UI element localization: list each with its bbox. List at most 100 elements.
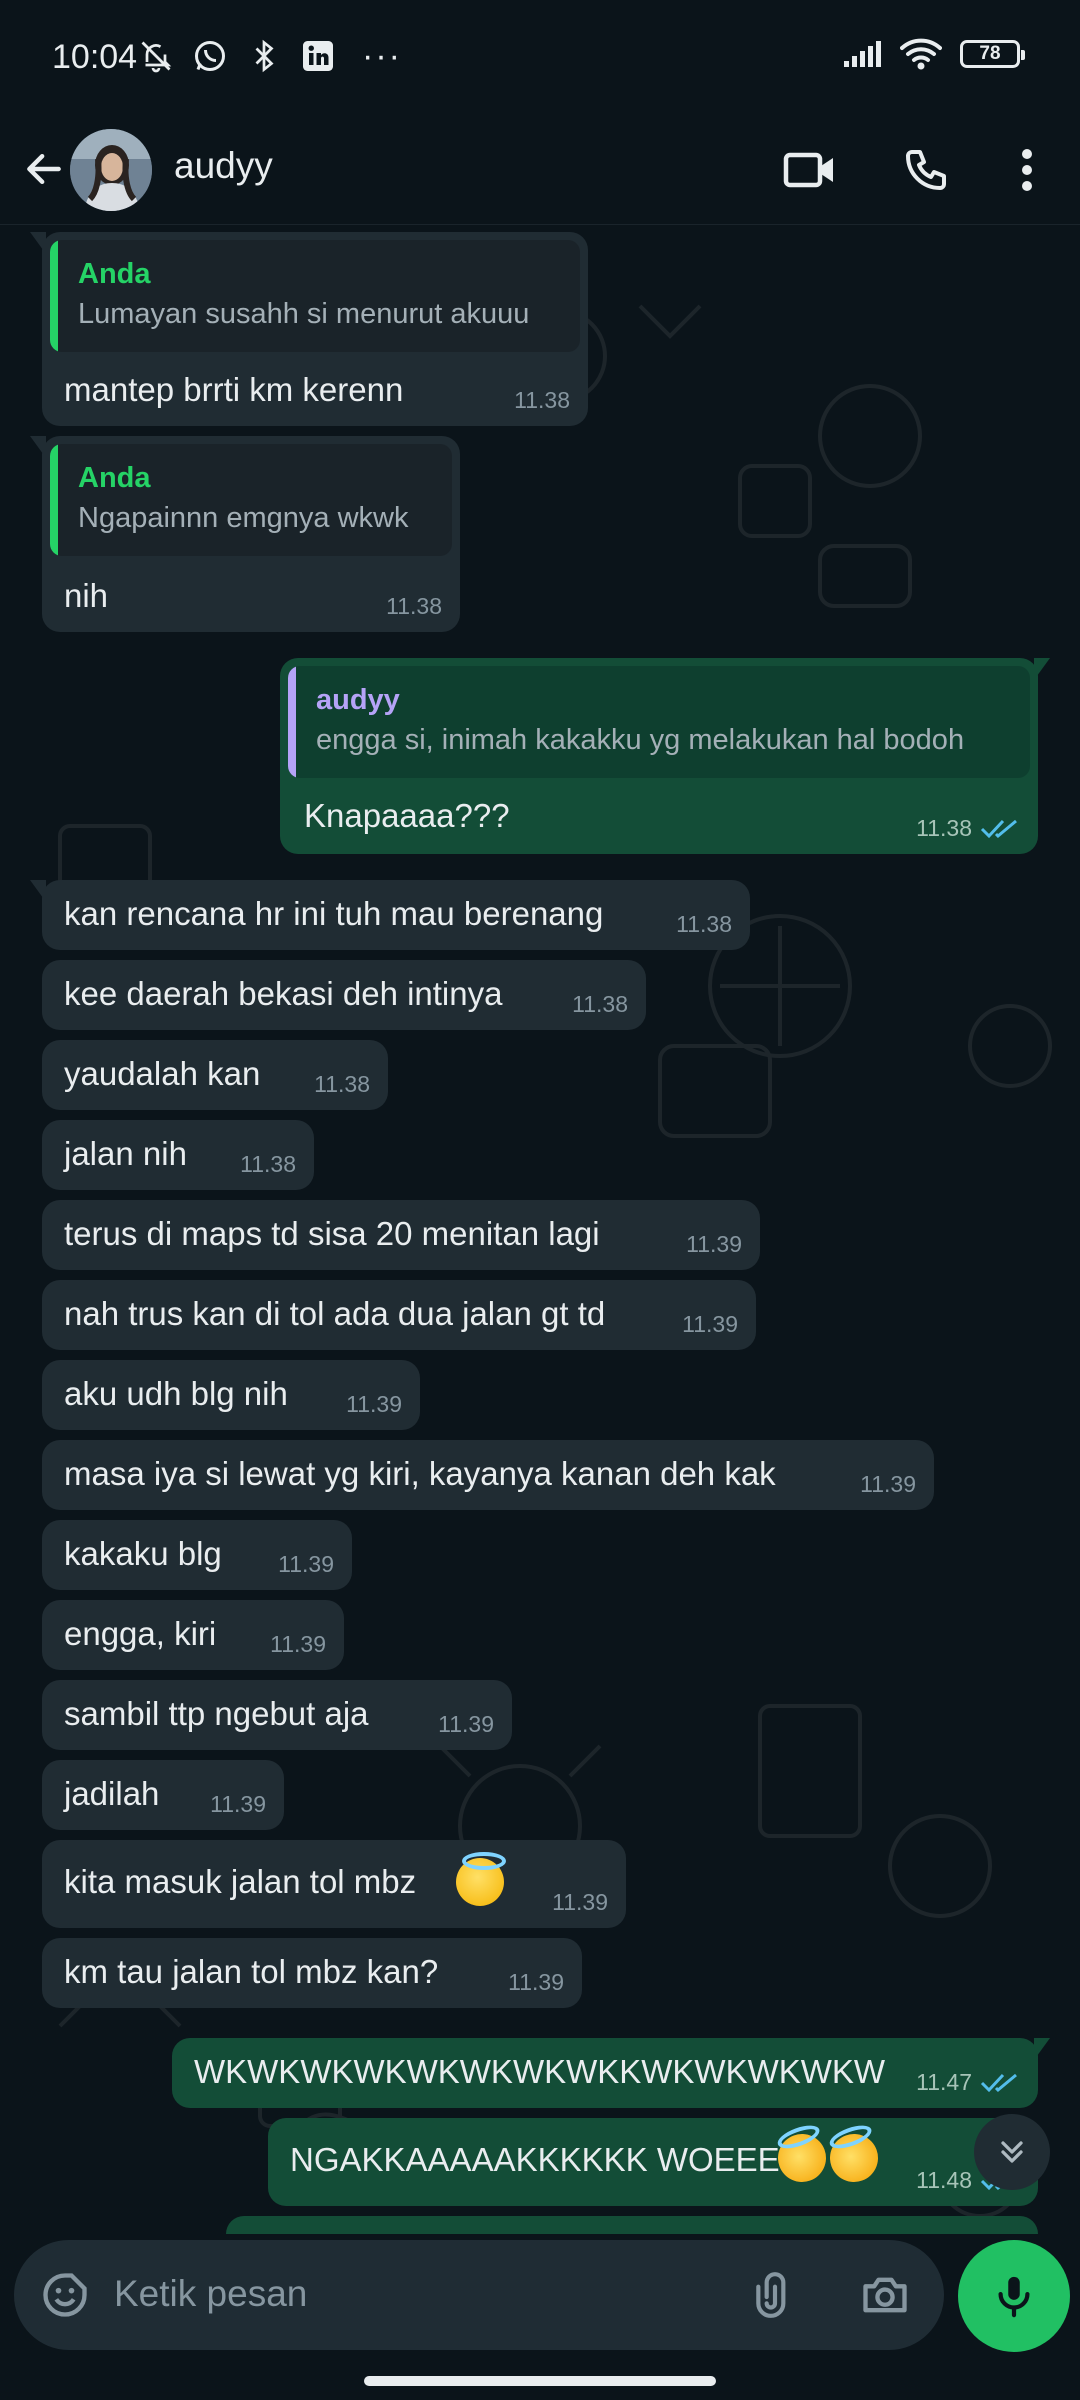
message-time: 11.38 xyxy=(240,1151,296,1177)
quoted-message[interactable]: audyy engga si, inimah kakakku yg melaku… xyxy=(288,666,1030,778)
message-bubble-incoming[interactable]: kakaku blg 11.39 xyxy=(42,1520,352,1590)
message-text: kan rencana hr ini tuh mau berenang xyxy=(64,895,604,932)
message-time: 11.39 xyxy=(682,1311,738,1337)
avatar[interactable] xyxy=(70,129,152,211)
menu-button[interactable] xyxy=(994,137,1060,203)
message-time: 11.39 xyxy=(686,1231,742,1257)
message-bubble-outgoing[interactable]: audyy engga si, inimah kakakku yg melaku… xyxy=(280,658,1050,854)
laughing-emoji-icon xyxy=(771,2127,885,2189)
message-text: jalan nih xyxy=(64,1135,187,1172)
message-text: nih xyxy=(64,577,109,614)
message-time: 11.39 xyxy=(508,1969,564,1995)
message-time: 11.48 xyxy=(916,2167,972,2193)
message-text: Knapaaaa??? xyxy=(304,797,510,834)
message-input[interactable] xyxy=(114,2264,734,2324)
message-time: 11.39 xyxy=(860,1471,916,1497)
message-bubble-incoming[interactable]: km tau jalan tol mbz kan? 11.39 xyxy=(42,1938,582,2008)
quoted-message[interactable]: Anda Ngapainnn emgnya wkwk xyxy=(50,444,452,556)
message-bubble-outgoing-partial[interactable] xyxy=(226,2216,1038,2234)
chat-header: audyy xyxy=(0,115,1080,225)
message-text: kita masuk jalan tol mbz xyxy=(64,1863,417,1900)
message-bubble-incoming[interactable]: Anda Lumayan susahh si menurut akuuu man… xyxy=(30,232,588,426)
message-bubble-incoming[interactable]: kan rencana hr ini tuh mau berenang 11.3… xyxy=(30,880,750,950)
message-text: nah trus kan di tol ada dua jalan gt td xyxy=(64,1295,606,1332)
bluetooth-icon xyxy=(255,39,274,73)
message-text: yaudalah kan xyxy=(64,1055,261,1092)
message-bubble-incoming[interactable]: Anda Ngapainnn emgnya wkwk nih 11.38 xyxy=(30,436,460,632)
quoted-message[interactable]: Anda Lumayan susahh si menurut akuuu xyxy=(50,240,580,352)
message-time: 11.39 xyxy=(278,1551,334,1577)
quote-text: engga si, inimah kakakku yg melakukan ha… xyxy=(316,724,965,756)
home-gesture-handle[interactable] xyxy=(364,2376,716,2386)
voice-call-button[interactable] xyxy=(893,137,959,203)
message-text: kakaku blg xyxy=(64,1535,222,1572)
back-arrow-icon xyxy=(27,153,61,185)
message-bubble-incoming[interactable]: aku udh blg nih 11.39 xyxy=(42,1360,420,1430)
message-bubble-incoming[interactable]: yaudalah kan 11.38 xyxy=(42,1040,388,1110)
quote-text: Ngapainnn emgnya wkwk xyxy=(78,502,409,534)
message-bubble-incoming[interactable]: masa iya si lewat yg kiri, kayanya kanan… xyxy=(42,1440,934,1510)
message-bubble-incoming[interactable]: jadilah 11.39 xyxy=(42,1760,284,1830)
message-list[interactable]: Anda Lumayan susahh si menurut akuuu man… xyxy=(0,226,1080,2234)
message-time: 11.39 xyxy=(552,1889,608,1915)
emoji-icon xyxy=(43,2273,87,2317)
composer-pill xyxy=(14,2240,944,2350)
scroll-to-bottom-button[interactable] xyxy=(974,2114,1050,2190)
navigation-bar xyxy=(0,2360,1080,2400)
voice-record-button[interactable] xyxy=(958,2240,1070,2352)
attach-icon xyxy=(756,2272,786,2318)
quote-sender: audyy xyxy=(316,684,400,716)
signal-icon xyxy=(844,41,881,67)
message-text: WKWKWKWKWKWKWKWKKWKWKWKWKW xyxy=(194,2053,886,2090)
message-status: 11.38 xyxy=(916,815,1020,842)
video-call-button[interactable] xyxy=(777,137,843,203)
message-bubble-incoming[interactable]: sambil ttp ngebut aja 11.39 xyxy=(42,1680,512,1750)
message-time: 11.39 xyxy=(270,1631,326,1657)
message-bubble-outgoing[interactable]: WKWKWKWKWKWKWKWKKWKWKWKWKW 11.47 xyxy=(172,2038,1050,2108)
more-vert-icon xyxy=(1022,149,1032,191)
battery-level: 78 xyxy=(979,43,1001,64)
video-call-icon xyxy=(783,152,833,188)
read-ticks-icon xyxy=(980,2073,1017,2092)
message-text: sambil ttp ngebut aja xyxy=(64,1695,369,1732)
message-text: masa iya si lewat yg kiri, kayanya kanan… xyxy=(64,1455,776,1492)
quote-sender: Anda xyxy=(78,258,151,290)
attach-button[interactable] xyxy=(744,2264,806,2326)
message-time: 11.39 xyxy=(438,1711,494,1737)
message-bubble-incoming[interactable]: engga, kiri 11.39 xyxy=(42,1600,344,1670)
battery-icon: 78 xyxy=(960,40,1025,68)
message-time: 11.38 xyxy=(572,991,628,1017)
message-bubble-outgoing[interactable]: NGAKKAAAAAKKKKKK WOEEE 11.48 xyxy=(268,2118,1038,2206)
more-notifications: ··· xyxy=(362,37,402,75)
message-text: kee daerah bekasi deh intinya xyxy=(64,975,503,1012)
quote-sender: Anda xyxy=(78,462,151,494)
message-text: terus di maps td sisa 20 menitan lagi xyxy=(64,1215,600,1252)
camera-icon xyxy=(863,2277,907,2313)
wifi-icon xyxy=(900,38,942,70)
notification-icons: ··· xyxy=(138,38,402,74)
double-chevron-down-icon xyxy=(1001,2141,1023,2163)
message-time: 11.47 xyxy=(916,2069,972,2095)
message-composer xyxy=(0,2234,1080,2360)
camera-button[interactable] xyxy=(854,2264,916,2326)
message-text: aku udh blg nih xyxy=(64,1375,288,1412)
halo-emoji-icon xyxy=(456,1852,506,1906)
message-bubble-incoming[interactable]: kita masuk jalan tol mbz 11.39 xyxy=(42,1840,626,1928)
read-ticks-icon xyxy=(980,819,1017,838)
emoji-button[interactable] xyxy=(34,2264,96,2326)
mute-icon xyxy=(141,41,172,73)
back-button[interactable] xyxy=(14,139,74,199)
phone-icon xyxy=(906,150,946,190)
message-text: mantep brrti km kerenn xyxy=(64,371,404,408)
quote-text: Lumayan susahh si menurut akuuu xyxy=(78,298,530,330)
message-time: 11.38 xyxy=(676,911,732,937)
message-time: 11.38 xyxy=(514,387,570,413)
message-bubble-incoming[interactable]: nah trus kan di tol ada dua jalan gt td … xyxy=(42,1280,756,1350)
message-bubble-incoming[interactable]: kee daerah bekasi deh intinya 11.38 xyxy=(42,960,646,1030)
message-time: 11.39 xyxy=(346,1391,402,1417)
message-text: engga, kiri xyxy=(64,1615,217,1652)
message-bubble-incoming[interactable]: terus di maps td sisa 20 menitan lagi 11… xyxy=(42,1200,760,1270)
message-bubble-incoming[interactable]: jalan nih 11.38 xyxy=(42,1120,314,1190)
contact-name[interactable]: audyy xyxy=(174,145,273,187)
status-bar: 10:04 ··· 78 xyxy=(0,0,1080,115)
